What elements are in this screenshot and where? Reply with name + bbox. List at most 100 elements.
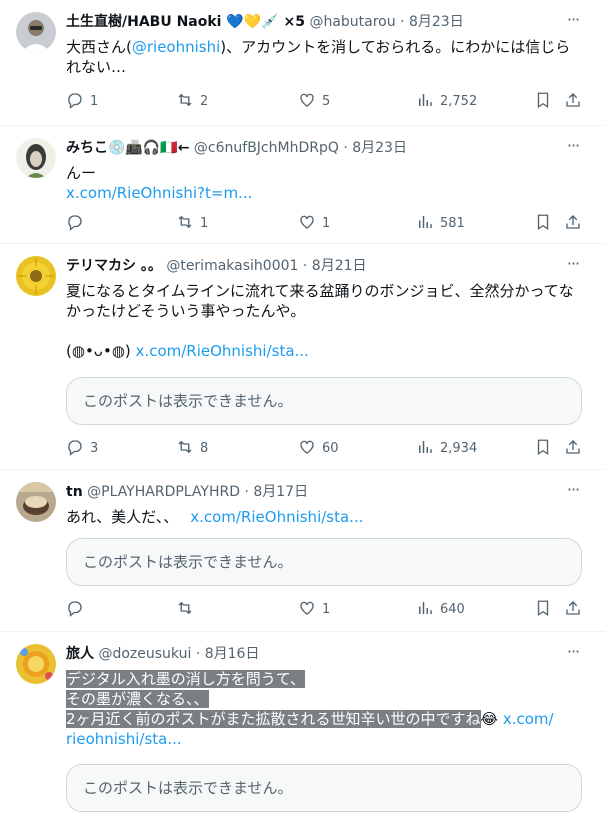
timestamp[interactable]: 8月16日 [205, 646, 260, 662]
display-name[interactable]: みちこ💿📠🎧🇮🇹← [66, 140, 189, 156]
share-icon [566, 215, 580, 229]
url-link[interactable]: x.com/RieOhnishi?t=m... [66, 183, 585, 203]
separator-dot: · [302, 258, 308, 274]
share-button[interactable] [564, 213, 582, 233]
display-name[interactable]: tn [66, 484, 83, 500]
repost-count: 8 [200, 441, 209, 456]
more-options-icon[interactable]: ··· [563, 482, 583, 502]
view-count: 581 [440, 216, 465, 231]
quoted-post-unavailable[interactable]: このポストは表示できません。 [66, 377, 582, 425]
display-name[interactable]: 土生直樹/HABU Naoki 💙💛💉 ×5 [66, 14, 305, 30]
repost-button[interactable]: 1 [176, 213, 208, 233]
views-icon [419, 441, 432, 453]
views-button[interactable]: 2,752 [416, 91, 477, 111]
repost-icon [178, 601, 192, 615]
tweet-text: デジタル入れ墨の消し方を問うて、 その墨が濃くなる、、 2ヶ月近く前のポストがま… [66, 669, 585, 749]
like-button[interactable]: 60 [298, 438, 339, 458]
bookmark-button[interactable] [534, 599, 552, 619]
bookmark-icon [537, 439, 549, 456]
views-icon [419, 216, 432, 228]
highlighted-text: 2ヶ月近く前のポストがまた拡散される世知辛い世の中ですね [66, 710, 481, 728]
views-button[interactable]: 640 [416, 599, 465, 619]
kaomoji: (◍•ᴗ•◍) [66, 342, 131, 360]
repost-count: 1 [200, 216, 209, 231]
timestamp[interactable]: 8月21日 [312, 258, 367, 274]
avatar[interactable] [16, 482, 56, 522]
tweet[interactable]: 土生直樹/HABU Naoki 💙💛💉 ×5 @habutarou · 8月23… [0, 0, 605, 126]
avatar[interactable] [16, 644, 56, 684]
like-button[interactable]: 5 [298, 91, 330, 111]
display-name[interactable]: 旅人 [66, 646, 94, 662]
more-options-icon[interactable]: ··· [563, 256, 583, 276]
user-handle[interactable]: @c6nufBJchMhDRpQ [194, 140, 339, 156]
timestamp[interactable]: 8月17日 [253, 484, 308, 500]
user-handle[interactable]: @habutarou [309, 14, 395, 30]
like-button[interactable]: 1 [298, 213, 330, 233]
url-link[interactable]: x.com/RieOhnishi/sta... [190, 508, 363, 526]
separator-dot: · [195, 646, 201, 662]
tweet[interactable]: テリマカシ 。。 @terimakasih0001 · 8月21日 ··· 夏に… [0, 244, 605, 470]
tweet-header: 旅人 @dozeusukui · 8月16日 [66, 644, 565, 664]
url-link-continued[interactable]: rieohnishi/sta... [66, 729, 585, 749]
quoted-post-unavailable[interactable]: このポストは表示できません。 [66, 764, 582, 812]
tweet-text-part: んー [66, 164, 97, 182]
views-button[interactable]: 2,934 [416, 438, 477, 458]
like-count: 5 [322, 94, 331, 109]
reply-count: 3 [90, 441, 99, 456]
tweet[interactable]: 旅人 @dozeusukui · 8月16日 ··· デジタル入れ墨の消し方を問… [0, 632, 605, 815]
avatar[interactable] [16, 138, 56, 178]
views-button[interactable]: 581 [416, 213, 465, 233]
bookmark-button[interactable] [534, 213, 552, 233]
bookmark-button[interactable] [534, 438, 552, 458]
mention-link[interactable]: @rieohnishi [132, 38, 220, 56]
tweet[interactable]: みちこ💿📠🎧🇮🇹← @c6nufBJchMhDRpQ · 8月23日 ··· ん… [0, 126, 605, 244]
tweet-text: あれ、美人だ、、 x.com/RieOhnishi/sta... [66, 507, 585, 527]
separator-dot: · [244, 484, 249, 500]
more-options-icon[interactable]: ··· [563, 644, 583, 664]
user-handle[interactable]: @PLAYHARDPLAYHRD [87, 484, 240, 500]
tweet-header: テリマカシ 。。 @terimakasih0001 · 8月21日 [66, 256, 565, 276]
reply-icon [68, 93, 82, 109]
share-button[interactable] [564, 91, 582, 111]
bookmark-icon [537, 92, 549, 109]
reply-button[interactable] [66, 599, 90, 619]
share-button[interactable] [564, 599, 582, 619]
more-options-icon[interactable]: ··· [563, 138, 583, 158]
timestamp[interactable]: 8月23日 [352, 140, 407, 156]
views-icon [419, 94, 432, 106]
repost-button[interactable]: 2 [176, 91, 208, 111]
reply-button[interactable] [66, 213, 90, 233]
quoted-post-unavailable[interactable]: このポストは表示できません。 [66, 538, 582, 586]
repost-count: 2 [200, 94, 209, 109]
url-link[interactable]: x.com/RieOhnishi/sta... [136, 342, 309, 360]
tweet[interactable]: tn @PLAYHARDPLAYHRD · 8月17日 ··· あれ、美人だ、、… [0, 470, 605, 632]
like-count: 1 [322, 602, 331, 617]
separator-dot: · [343, 140, 348, 156]
avatar[interactable] [16, 256, 56, 296]
reply-button[interactable]: 3 [66, 438, 98, 458]
heart-icon [300, 440, 314, 454]
reply-button[interactable]: 1 [66, 91, 98, 111]
reply-icon [68, 440, 82, 456]
tweet-text-part: あれ、美人だ、、 [66, 508, 179, 526]
repost-button[interactable]: 8 [176, 438, 208, 458]
tweet-text: 大西さん(@rieohnishi)、アカウントを消しておられる。にわかには信じら… [66, 37, 585, 77]
more-options-icon[interactable]: ··· [563, 12, 583, 32]
highlighted-text: その墨が濃くなる、、 [66, 690, 209, 708]
repost-button[interactable] [176, 599, 200, 619]
avatar[interactable] [16, 12, 56, 52]
user-handle[interactable]: @terimakasih0001 [166, 258, 298, 274]
display-name[interactable]: テリマカシ 。。 [66, 258, 162, 274]
tweet-header: tn @PLAYHARDPLAYHRD · 8月17日 [66, 482, 565, 502]
share-button[interactable] [564, 438, 582, 458]
share-icon [566, 93, 580, 107]
reply-icon [68, 601, 82, 617]
view-count: 640 [440, 602, 465, 617]
url-link[interactable]: x.com/ [503, 710, 554, 728]
like-button[interactable]: 1 [298, 599, 330, 619]
action-bar: 1 640 [66, 599, 586, 619]
user-handle[interactable]: @dozeusukui [98, 646, 191, 662]
timestamp[interactable]: 8月23日 [409, 14, 464, 30]
bookmark-button[interactable] [534, 91, 552, 111]
heart-icon [300, 93, 314, 107]
